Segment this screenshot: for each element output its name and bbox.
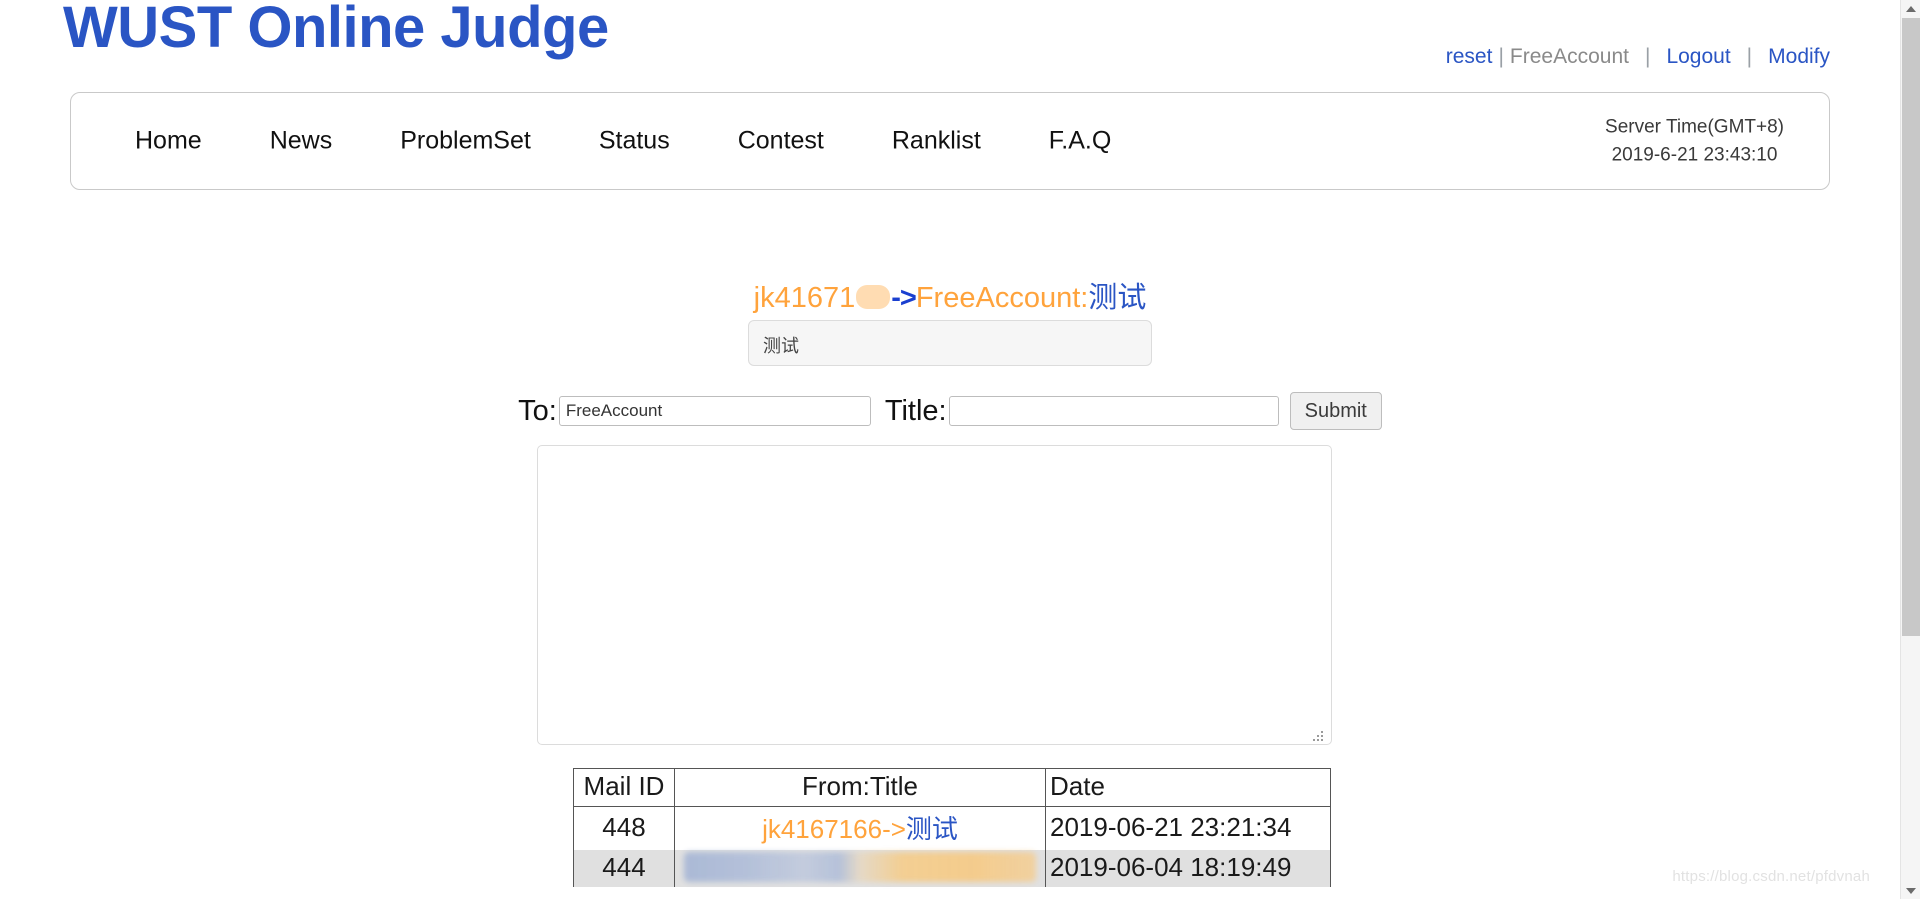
table-row[interactable]: 444 2019-06-04 18:19:49 bbox=[573, 850, 1331, 887]
server-time-label: Server Time(GMT+8) bbox=[1605, 116, 1784, 138]
scrollbar-thumb[interactable] bbox=[1902, 18, 1920, 636]
page-viewport: WUST Online Judge reset | FreeAccount | Logo… bbox=[0, 0, 1900, 899]
cell-mail-id: 444 bbox=[573, 850, 675, 887]
conversation-arrow: -> bbox=[891, 282, 917, 314]
column-header-from-title: From:Title bbox=[674, 768, 1046, 807]
conversation-body: 测试 bbox=[748, 320, 1152, 366]
to-label: To: bbox=[518, 394, 557, 427]
compose-form: To: Title: Submit bbox=[0, 392, 1900, 430]
vertical-scrollbar[interactable] bbox=[1900, 0, 1920, 899]
current-username: FreeAccount bbox=[1509, 45, 1629, 68]
scroll-down-arrow-icon[interactable] bbox=[1901, 882, 1920, 899]
page-title: WUST Online Judge bbox=[63, 0, 609, 60]
to-input[interactable] bbox=[558, 396, 871, 426]
title-label: Title: bbox=[884, 394, 947, 427]
modify-link[interactable]: Modify bbox=[1768, 45, 1830, 68]
account-separator-3: | bbox=[1746, 45, 1753, 68]
logout-link[interactable]: Logout bbox=[1666, 45, 1730, 68]
table-header-row: Mail ID From:Title Date bbox=[573, 768, 1331, 807]
cell-date: 2019-06-21 23:21:34 bbox=[1045, 806, 1331, 850]
column-header-mail-id: Mail ID bbox=[573, 768, 675, 807]
nav-item-home[interactable]: Home bbox=[123, 127, 236, 156]
server-time-value: 2019-6-21 23:43:10 bbox=[1611, 144, 1778, 165]
conversation-to-user: FreeAccount bbox=[915, 282, 1081, 314]
scroll-up-arrow-icon[interactable] bbox=[1901, 0, 1920, 17]
nav-item-news[interactable]: News bbox=[236, 127, 367, 156]
nav-item-faq[interactable]: F.A.Q bbox=[1015, 127, 1146, 156]
conversation-subject: 测试 bbox=[1088, 282, 1147, 314]
cell-mail-id: 448 bbox=[573, 806, 675, 850]
message-textarea[interactable] bbox=[537, 445, 1332, 745]
server-time: Server Time(GMT+8) 2019-6-21 23:43:10 bbox=[1605, 113, 1784, 168]
conversation-from-user: jk41671 bbox=[753, 282, 856, 314]
mail-list-table: Mail ID From:Title Date 448 jk4167166->测… bbox=[573, 768, 1331, 887]
mail-arrow: -> bbox=[882, 814, 906, 844]
mail-subject: 测试 bbox=[905, 814, 958, 844]
column-header-date: Date bbox=[1045, 768, 1331, 807]
cell-from-title[interactable]: jk4167166->测试 bbox=[674, 806, 1046, 850]
cell-from-title[interactable] bbox=[674, 850, 1046, 887]
mail-link[interactable]: jk4167166->测试 bbox=[762, 814, 958, 844]
title-input[interactable] bbox=[948, 396, 1279, 426]
navigation-bar: Home News ProblemSet Status Contest Rank… bbox=[70, 92, 1830, 190]
mail-from-user: jk4167166 bbox=[762, 814, 883, 844]
textarea-resize-grip-icon[interactable] bbox=[1313, 731, 1324, 741]
conversation-header: jk41671 ->FreeAccount:测试 bbox=[0, 274, 1900, 316]
nav-links: Home News ProblemSet Status Contest Rank… bbox=[123, 127, 1145, 156]
nav-item-status[interactable]: Status bbox=[565, 127, 704, 156]
reset-link[interactable]: reset bbox=[1446, 45, 1493, 68]
submit-button[interactable]: Submit bbox=[1289, 392, 1382, 430]
cell-date: 2019-06-04 18:19:49 bbox=[1045, 850, 1331, 887]
table-row[interactable]: 448 jk4167166->测试 2019-06-21 23:21:34 bbox=[573, 806, 1331, 850]
account-separator-2: | bbox=[1644, 45, 1651, 68]
nav-item-contest[interactable]: Contest bbox=[704, 127, 858, 156]
redacted-content-icon bbox=[684, 852, 1036, 882]
nav-item-ranklist[interactable]: Ranklist bbox=[858, 127, 1015, 156]
redaction-blob-icon bbox=[856, 285, 891, 309]
watermark: https://blog.csdn.net/pfdvnah bbox=[1672, 868, 1870, 885]
account-bar: reset | FreeAccount | Logout | Modify bbox=[1446, 45, 1830, 69]
account-separator-1: | bbox=[1498, 45, 1504, 68]
nav-item-problemset[interactable]: ProblemSet bbox=[366, 127, 565, 156]
